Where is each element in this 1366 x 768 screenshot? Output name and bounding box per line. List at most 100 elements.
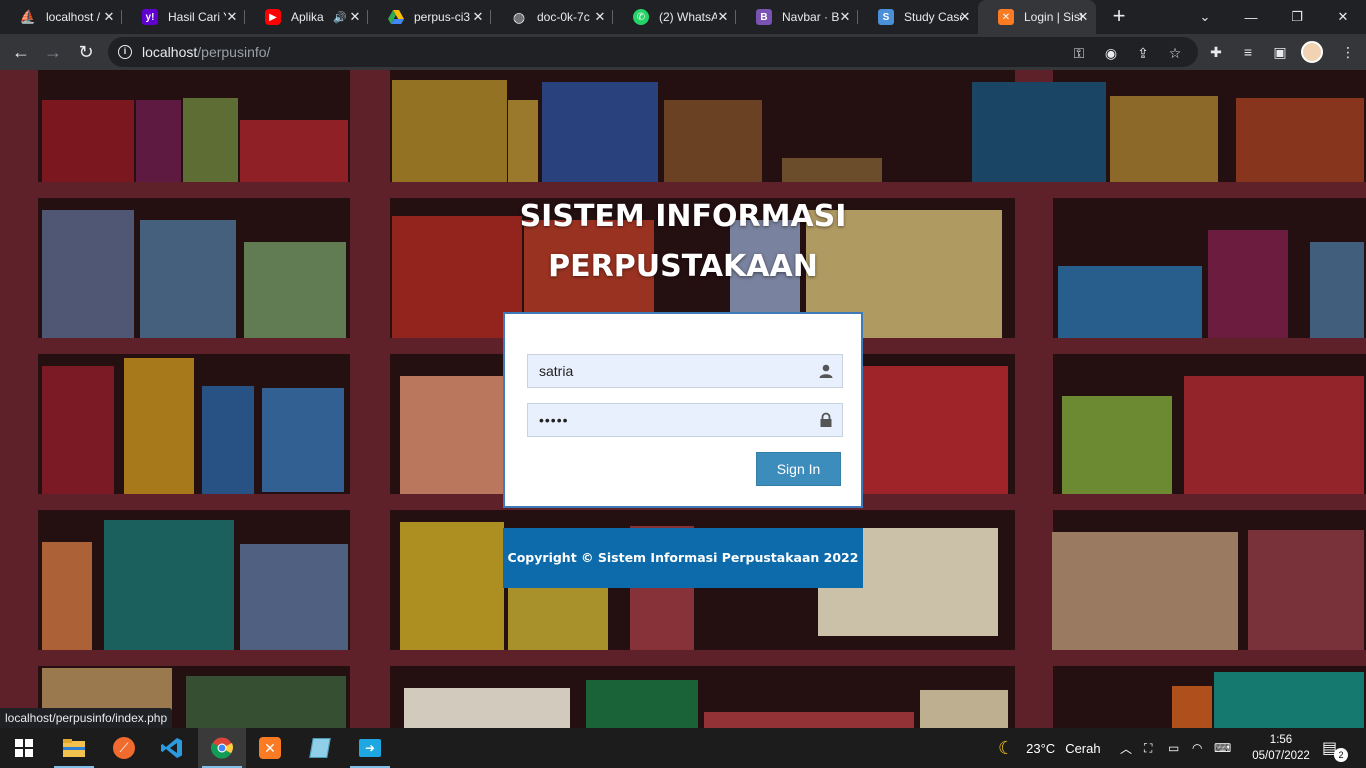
tab-phpmyadmin[interactable]: ⛵ localhost / ✕ — [0, 0, 122, 34]
file-explorer-button[interactable] — [50, 728, 98, 768]
side-panel-icon[interactable]: ▣ — [1271, 43, 1289, 61]
close-tab-icon[interactable]: ✕ — [1076, 10, 1090, 24]
username-field[interactable] — [527, 354, 843, 388]
globe-icon: ◍ — [512, 8, 526, 25]
weather-condition: Cerah — [1065, 740, 1101, 756]
tray-device-icon[interactable]: ⛶ — [1144, 728, 1152, 768]
back-button[interactable]: ← — [9, 40, 33, 64]
compass-app-button[interactable]: ⟋ — [100, 728, 148, 768]
tab-youtube[interactable]: ▶ Aplika 🔊 ✕ — [245, 0, 368, 34]
password-field[interactable] — [527, 403, 843, 437]
tab-title: Login | Sist — [1024, 10, 1082, 24]
remote-app-button[interactable]: ➜ — [346, 728, 394, 768]
key-icon[interactable]: ⚿ — [1070, 44, 1088, 62]
copyright-footer: Copyright © Sistem Informasi Perpustakaa… — [503, 528, 863, 588]
close-tab-icon[interactable]: ✕ — [838, 10, 852, 24]
chrome-icon — [211, 737, 233, 759]
close-tab-icon[interactable]: ✕ — [348, 10, 362, 24]
page-title: SISTEM INFORMASI PERPUSTAKAAN — [483, 192, 883, 292]
close-tab-icon[interactable]: ✕ — [102, 10, 116, 24]
reload-button[interactable]: ↻ — [74, 40, 98, 64]
battery-icon[interactable]: ▭ — [1168, 728, 1179, 768]
tab-title: doc-0k-7c — [537, 10, 590, 24]
share-icon[interactable]: ⇪ — [1134, 44, 1152, 62]
notification-center-button[interactable]: ▤ 2 — [1322, 728, 1348, 768]
clock-date: 05/07/2022 — [1252, 750, 1310, 762]
media-control-icon[interactable]: ≡ — [1239, 43, 1257, 61]
tab-search-button[interactable]: ⌄ — [1182, 0, 1228, 34]
tab-strip: ⛵ localhost / ✕ y! Hasil Cari Y ✕ ▶ Apli… — [0, 0, 1366, 34]
wifi-icon[interactable]: ◠ — [1192, 728, 1202, 768]
address-bar[interactable]: i localhost/perpusinfo/ ⚿ ◉ ⇪ ☆ — [108, 37, 1198, 67]
weather-temperature: 23°C — [1026, 740, 1056, 756]
eye-icon[interactable]: ◉ — [1102, 44, 1120, 62]
speaker-icon[interactable]: 🔊 — [333, 11, 347, 24]
clock-time: 1:56 — [1269, 734, 1293, 746]
tab-study-case[interactable]: S Study Case ✕ — [858, 0, 978, 34]
password-input[interactable] — [528, 404, 808, 436]
phpmyadmin-icon: ⛵ — [19, 9, 37, 24]
title-line-1: SISTEM INFORMASI — [519, 199, 847, 234]
vscode-button[interactable] — [148, 728, 196, 768]
extensions-icon[interactable]: ✚ — [1207, 43, 1225, 61]
tab-title: Study Case — [904, 10, 962, 24]
tab-title: Hasil Cari Y — [168, 10, 226, 24]
login-page: SISTEM INFORMASI PERPUSTAKAAN Sign In Co… — [0, 70, 1366, 728]
close-window-button[interactable]: ✕ — [1320, 0, 1366, 34]
folder-icon — [63, 739, 85, 757]
clock[interactable]: 1:56 05/07/2022 — [1250, 732, 1312, 764]
bootstrap-icon: B — [756, 9, 772, 25]
start-button[interactable] — [0, 728, 48, 768]
url-text[interactable]: localhost/perpusinfo/ — [142, 44, 270, 60]
minimize-button[interactable]: — — [1228, 0, 1274, 34]
close-tab-icon[interactable]: ✕ — [471, 10, 485, 24]
menu-kebab-icon[interactable]: ⋮ — [1339, 43, 1357, 61]
close-tab-icon[interactable]: ✕ — [593, 10, 607, 24]
restore-button[interactable]: ❐ — [1274, 0, 1320, 34]
notes-app-button[interactable] — [296, 728, 344, 768]
tab-bootstrap[interactable]: B Navbar · B ✕ — [736, 0, 858, 34]
notification-count-badge: 2 — [1334, 748, 1348, 762]
remote-arrow-icon: ➜ — [359, 739, 381, 757]
study-case-icon: S — [878, 9, 894, 25]
weather-widget[interactable]: ☾ 23°C Cerah — [998, 728, 1101, 768]
xampp-button[interactable]: ✕ — [246, 728, 294, 768]
whatsapp-icon: ✆ — [633, 9, 649, 25]
tab-whatsapp[interactable]: ✆ (2) WhatsA ✕ — [613, 0, 736, 34]
compass-icon: ⟋ — [113, 737, 135, 759]
profile-avatar[interactable] — [1301, 41, 1323, 63]
sign-in-button[interactable]: Sign In — [756, 452, 841, 486]
tab-title: Navbar · B — [782, 10, 840, 24]
title-line-2: PERPUSTAKAAN — [548, 249, 818, 284]
status-bar-url: localhost/perpusinfo/index.php — [0, 708, 173, 728]
tab-title: Aplika — [291, 10, 324, 24]
tab-doc[interactable]: ◍ doc-0k-7c ✕ — [491, 0, 613, 34]
username-input[interactable] — [528, 355, 808, 387]
tab-yahoo[interactable]: y! Hasil Cari Y ✕ — [122, 0, 245, 34]
close-tab-icon[interactable]: ✕ — [225, 10, 239, 24]
windows-taskbar: ⟋ ✕ ➜ ☾ 23°C Cerah ︿ ⛶ ▭ ◠ ⌨ 1:56 05/07/… — [0, 728, 1366, 768]
tab-google-drive[interactable]: perpus-ci3 ✕ — [368, 0, 491, 34]
google-drive-icon — [388, 9, 404, 25]
lock-icon — [820, 412, 832, 427]
vscode-icon — [161, 738, 182, 758]
youtube-icon: ▶ — [265, 9, 281, 25]
notes-icon — [309, 738, 331, 758]
xampp-icon: ✕ — [259, 737, 281, 759]
site-info-icon[interactable]: i — [118, 45, 132, 59]
moon-weather-icon: ☾ — [998, 737, 1015, 758]
login-form: Sign In — [503, 312, 863, 508]
new-tab-button[interactable]: + — [1108, 5, 1130, 28]
close-tab-icon[interactable]: ✕ — [958, 10, 972, 24]
keyboard-icon[interactable]: ⌨ — [1214, 728, 1231, 768]
bookmark-star-icon[interactable]: ☆ — [1166, 44, 1184, 62]
forward-button[interactable]: → — [41, 40, 65, 64]
user-icon — [819, 364, 833, 378]
windows-logo-icon — [15, 739, 33, 757]
close-tab-icon[interactable]: ✕ — [716, 10, 730, 24]
browser-toolbar: ← → ↻ i localhost/perpusinfo/ ⚿ ◉ ⇪ ☆ ✚ … — [0, 34, 1366, 70]
show-hidden-icons-button[interactable]: ︿ — [1120, 728, 1132, 768]
xampp-icon: ✕ — [998, 9, 1014, 25]
tab-login-active[interactable]: ✕ Login | Sist ✕ — [978, 0, 1096, 34]
chrome-button[interactable] — [198, 728, 246, 768]
